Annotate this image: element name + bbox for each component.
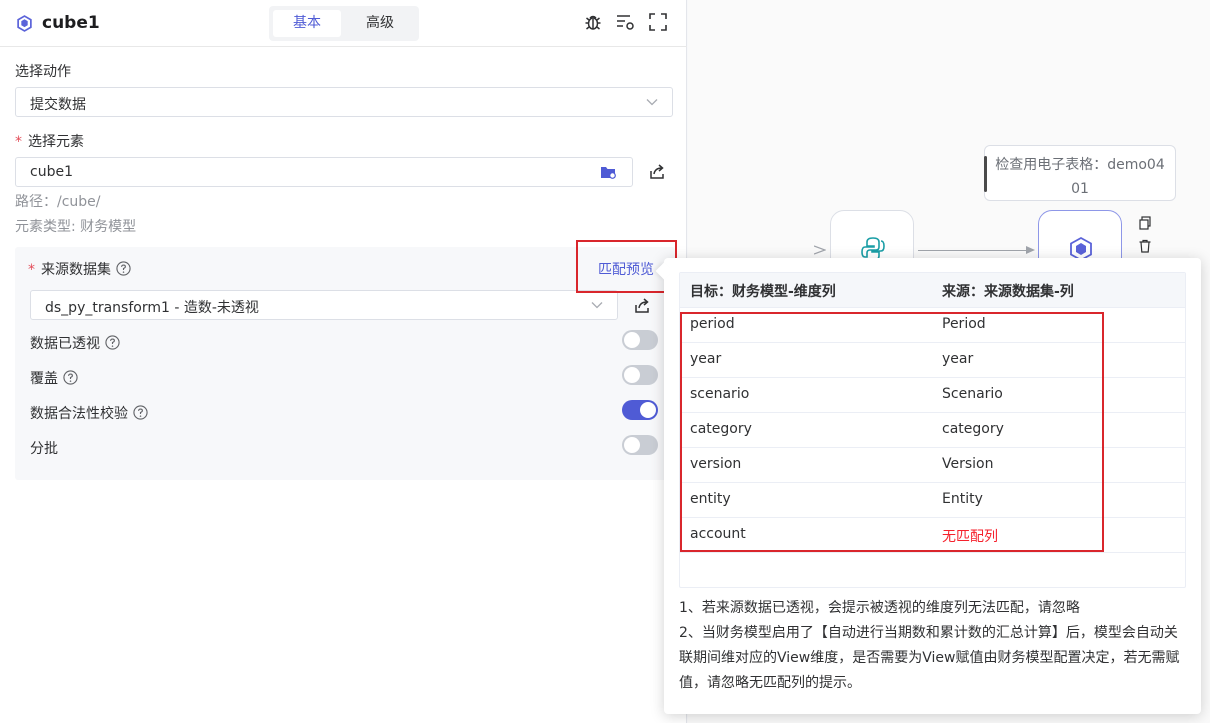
toggle-overwrite[interactable] xyxy=(622,365,658,385)
arrow-icon xyxy=(814,245,826,255)
toggle-knob xyxy=(624,367,640,383)
panel-title: cube1 xyxy=(42,13,100,33)
panel-header: cube1 基本 高级 xyxy=(0,0,687,47)
note-line: 01 xyxy=(1071,181,1089,197)
note-card[interactable]: 检查用电子表格：demo04 01 xyxy=(984,145,1176,201)
bug-icon[interactable] xyxy=(583,12,603,32)
action-label: 选择动作 xyxy=(15,64,71,80)
cube-icon xyxy=(17,15,32,32)
trash-icon[interactable] xyxy=(1138,239,1152,253)
toggle-knob xyxy=(640,402,656,418)
action-select-value: 提交数据 xyxy=(30,97,86,113)
header-target: 目标：财务模型-维度列 xyxy=(690,284,836,300)
option-label: 分批 xyxy=(30,441,58,457)
list-settings-icon[interactable] xyxy=(615,12,635,32)
source-dataset-select[interactable]: ds_py_transform1 - 造数-未透视 xyxy=(30,290,618,320)
action-select[interactable]: 提交数据 xyxy=(15,87,673,117)
element-label: * 选择元素 xyxy=(15,131,84,151)
note-item: 2、当财务模型启用了【自动进行当期数和累计数的汇总计算】后，模型会自动关联期间维… xyxy=(679,625,1180,691)
required-mark: * xyxy=(28,262,35,278)
source-label: * 来源数据集 xyxy=(28,259,131,279)
source-dataset-value: ds_py_transform1 - 造数-未透视 xyxy=(45,300,259,316)
option-overwrite: 覆盖 xyxy=(30,368,78,388)
arrow-icon xyxy=(1026,246,1035,254)
tab-basic[interactable]: 基本 xyxy=(273,10,341,37)
share-icon[interactable] xyxy=(633,297,651,315)
help-icon[interactable] xyxy=(133,405,148,420)
highlight-box xyxy=(680,312,1104,552)
element-path: 路径：/cube/ xyxy=(15,194,101,210)
toggle-pivoted[interactable] xyxy=(622,330,658,350)
flow-connector xyxy=(918,250,1032,251)
option-label: 数据合法性校验 xyxy=(30,406,128,422)
tab-group: 基本 高级 xyxy=(269,6,419,41)
help-icon[interactable] xyxy=(116,261,131,276)
mapping-table-header: 目标：财务模型-维度列 来源：来源数据集-列 xyxy=(680,273,1185,308)
popover-notes: 1、若来源数据已透视，会提示被透视的维度列无法匹配，请忽略 2、当财务模型启用了… xyxy=(679,596,1189,696)
element-input-value: cube1 xyxy=(30,164,73,180)
help-icon[interactable] xyxy=(63,370,78,385)
option-pivoted: 数据已透视 xyxy=(30,333,120,353)
header-source: 来源：来源数据集-列 xyxy=(942,284,1074,300)
chevron-down-icon xyxy=(591,302,603,309)
option-label: 数据已透视 xyxy=(30,336,100,352)
fullscreen-icon[interactable] xyxy=(648,12,668,32)
share-icon[interactable] xyxy=(648,163,666,181)
properties-panel: cube1 基本 高级 选择动作 提交数据 * 选择元素 cube1 路径：/c… xyxy=(0,0,687,723)
element-label-text: 选择元素 xyxy=(28,134,84,150)
note-line: 检查用电子表格：demo04 xyxy=(995,157,1165,173)
option-label: 覆盖 xyxy=(30,371,58,387)
option-validation: 数据合法性校验 xyxy=(30,403,148,423)
folder-browse-icon[interactable] xyxy=(600,165,617,180)
option-batch: 分批 xyxy=(30,438,58,458)
note-item: 1、若来源数据已透视，会提示被透视的维度列无法匹配，请忽略 xyxy=(679,600,1080,616)
tab-advanced[interactable]: 高级 xyxy=(345,10,415,37)
element-input[interactable]: cube1 xyxy=(15,157,633,187)
toggle-validation[interactable] xyxy=(622,400,658,420)
element-type: 元素类型: 财务模型 xyxy=(15,219,137,235)
toggle-batch[interactable] xyxy=(622,435,658,455)
toggle-knob xyxy=(624,332,640,348)
copy-icon[interactable] xyxy=(1138,216,1152,230)
toggle-knob xyxy=(624,437,640,453)
help-icon[interactable] xyxy=(105,335,120,350)
source-label-text: 来源数据集 xyxy=(41,262,111,278)
required-mark: * xyxy=(15,134,22,150)
chevron-down-icon xyxy=(646,99,658,106)
